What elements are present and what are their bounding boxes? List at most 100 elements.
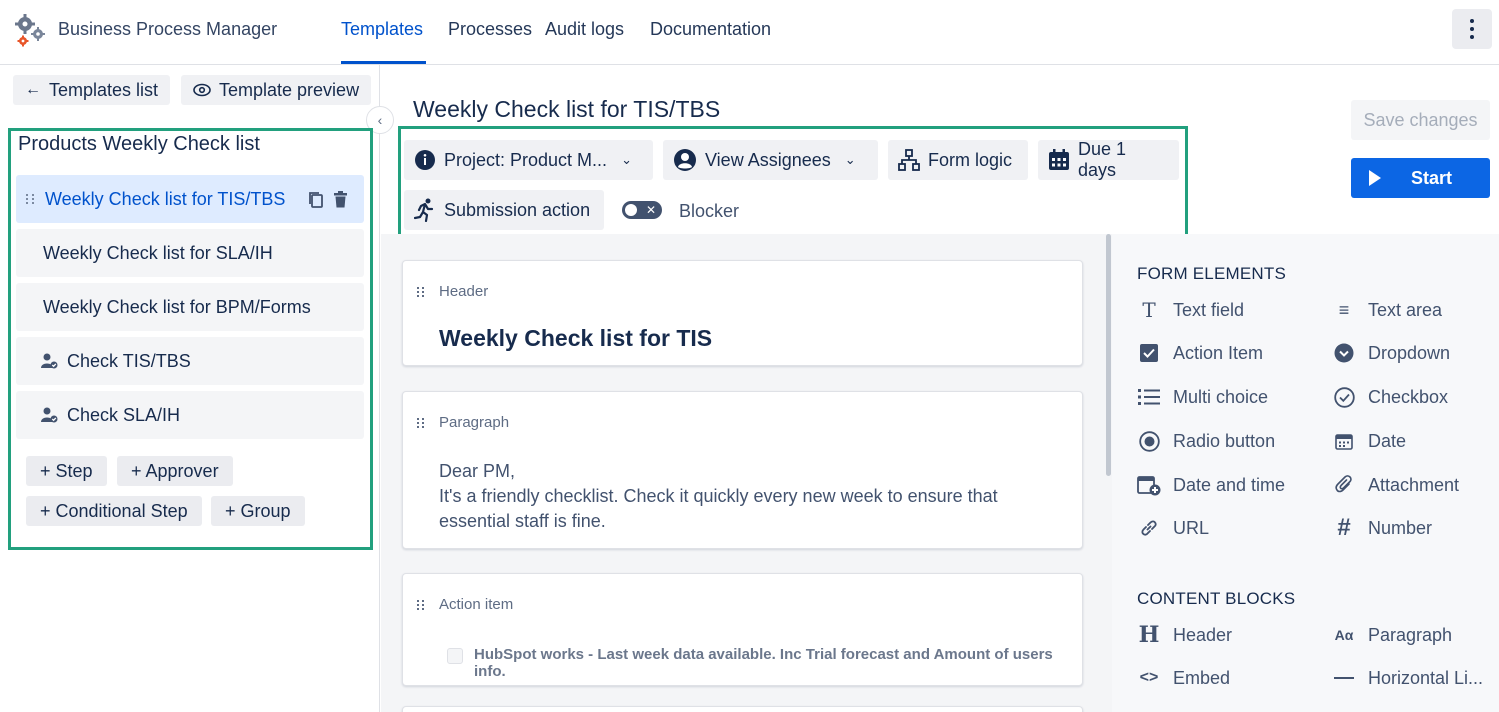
kebab-dot-icon: [1470, 19, 1474, 23]
start-button[interactable]: Start: [1351, 158, 1490, 198]
play-icon: [1369, 170, 1381, 186]
due-date-button[interactable]: Due 1 days: [1038, 139, 1179, 180]
element-date[interactable]: Date: [1332, 429, 1406, 453]
drag-handle-icon[interactable]: [417, 600, 424, 610]
block-header[interactable]: H Header: [1137, 622, 1233, 648]
add-conditional-step-button[interactable]: + Conditional Step: [26, 496, 202, 526]
toggle-knob: [625, 204, 637, 216]
element-date-and-time[interactable]: Date and time: [1137, 473, 1285, 497]
gears-logo-icon: [15, 14, 45, 47]
project-label: Project: Product M...: [444, 149, 608, 170]
block-label: Paragraph: [1368, 624, 1453, 645]
due-label: Due 1 days: [1077, 139, 1127, 180]
top-navigation: Business Process Manager Templates Proce…: [0, 0, 1499, 65]
next-block-card[interactable]: [402, 706, 1083, 712]
horizontal-line-icon: [1332, 666, 1356, 690]
code-icon: <>: [1139, 669, 1159, 686]
more-menu-button[interactable]: [1452, 9, 1492, 49]
action-item-text: HubSpot works - Last week data available…: [474, 646, 1053, 680]
paragraph-block-card[interactable]: Paragraph Dear PM, It's a friendly check…: [402, 391, 1083, 549]
element-radio-button[interactable]: Radio button: [1137, 429, 1275, 453]
element-label: Multi choice: [1173, 386, 1269, 407]
text-area-icon: ≡: [1338, 299, 1350, 320]
step-label: Weekly Check list for SLA/IH: [43, 242, 273, 263]
add-approver-button[interactable]: + Approver: [117, 456, 233, 486]
element-url[interactable]: URL: [1137, 516, 1209, 540]
add-group-button[interactable]: + Group: [211, 496, 305, 526]
template-preview-label: Template preview: [219, 79, 360, 100]
element-label: Action Item: [1173, 342, 1264, 363]
app-title: Business Process Manager: [58, 19, 278, 39]
link-icon: [1137, 516, 1161, 540]
block-type-label: Action item: [439, 596, 514, 613]
eye-icon: [193, 83, 211, 97]
drag-handle-icon[interactable]: [26, 194, 35, 204]
element-multi-choice[interactable]: Multi choice: [1137, 385, 1268, 409]
tab-audit-logs[interactable]: Audit logs: [545, 19, 624, 40]
element-text-field[interactable]: T Text field: [1137, 298, 1244, 322]
save-changes-button[interactable]: Save changes: [1351, 100, 1490, 140]
drag-handle-icon[interactable]: [417, 418, 424, 428]
element-label: Text area: [1368, 299, 1443, 320]
header-block-card[interactable]: Header Weekly Check list for TIS: [402, 260, 1083, 366]
tab-processes[interactable]: Processes: [448, 19, 532, 40]
checkbox-checked-icon: [1137, 341, 1161, 365]
content-blocks-heading: CONTENT BLOCKS: [1137, 589, 1296, 608]
element-text-area[interactable]: ≡ Text area: [1332, 298, 1442, 322]
chevron-left-icon: ‹: [377, 112, 383, 128]
block-label: Header: [1173, 624, 1233, 645]
info-icon: [415, 150, 435, 170]
add-step-button[interactable]: + Step: [26, 456, 107, 486]
tab-documentation[interactable]: Documentation: [650, 19, 771, 40]
block-horizontal-line[interactable]: Horizontal Li...: [1332, 666, 1483, 690]
submission-action-button[interactable]: Submission action: [404, 190, 604, 230]
element-checkbox[interactable]: Checkbox: [1332, 385, 1448, 409]
canvas-scrollbar[interactable]: [1106, 234, 1111, 476]
templates-list-button[interactable]: ← Templates list: [13, 75, 171, 105]
element-dropdown[interactable]: Dropdown: [1332, 341, 1450, 365]
element-label: Attachment: [1368, 474, 1460, 495]
tab-templates[interactable]: Templates: [341, 19, 423, 40]
calendar-icon: [1332, 429, 1356, 453]
step-item-bpm-forms[interactable]: Weekly Check list for BPM/Forms: [16, 283, 364, 331]
calendar-add-icon: [1137, 473, 1161, 497]
text-field-icon: T: [1142, 298, 1156, 322]
template-preview-button[interactable]: Template preview: [181, 75, 372, 105]
step-item-sla-ih[interactable]: Weekly Check list for SLA/IH: [16, 229, 364, 277]
kebab-dot-icon: [1470, 35, 1474, 39]
step-label: Weekly Check list for TIS/TBS: [45, 188, 286, 209]
chevron-down-icon: ⌄: [621, 152, 632, 167]
step-item-tis-tbs[interactable]: Weekly Check list for TIS/TBS: [16, 175, 364, 223]
trash-icon[interactable]: [333, 191, 348, 208]
blocker-toggle[interactable]: ✕: [622, 201, 662, 219]
approver-item-check-sla-ih[interactable]: Check SLA/IH: [16, 391, 364, 439]
blocker-label: Blocker: [679, 201, 740, 221]
element-number[interactable]: # Number: [1332, 514, 1432, 541]
block-type-label: Paragraph: [439, 414, 510, 431]
submission-label: Submission action: [444, 199, 591, 220]
drag-handle-icon[interactable]: [417, 287, 424, 297]
element-attachment[interactable]: Attachment: [1332, 473, 1459, 497]
approver-item-check-tis-tbs[interactable]: Check TIS/TBS: [16, 337, 364, 385]
block-label: Horizontal Li...: [1368, 667, 1484, 688]
block-paragraph[interactable]: Aα Paragraph: [1332, 623, 1452, 647]
assignees-label: View Assignees: [705, 149, 831, 170]
block-embed[interactable]: <> Embed: [1137, 666, 1230, 690]
template-name: Products Weekly Check list: [18, 133, 260, 155]
project-dropdown[interactable]: Project: Product M... ⌄: [404, 140, 653, 180]
form-logic-label: Form logic: [928, 149, 1013, 170]
dropdown-icon: [1332, 341, 1356, 365]
step-title: Weekly Check list for TIS/TBS: [413, 96, 721, 122]
start-label: Start: [1411, 167, 1453, 188]
element-label: Date: [1368, 430, 1407, 451]
form-logic-button[interactable]: Form logic: [888, 140, 1028, 180]
action-item-block-card[interactable]: Action item HubSpot works - Last week da…: [402, 573, 1083, 686]
close-icon: ✕: [645, 203, 656, 217]
hash-icon: #: [1337, 514, 1351, 541]
action-item-checkbox[interactable]: [447, 648, 463, 664]
element-action-item[interactable]: Action Item: [1137, 341, 1263, 365]
heading-icon: H: [1138, 622, 1160, 648]
check-circle-icon: [1332, 385, 1356, 409]
copy-icon[interactable]: [308, 191, 324, 209]
view-assignees-dropdown[interactable]: View Assignees ⌄: [663, 140, 878, 180]
